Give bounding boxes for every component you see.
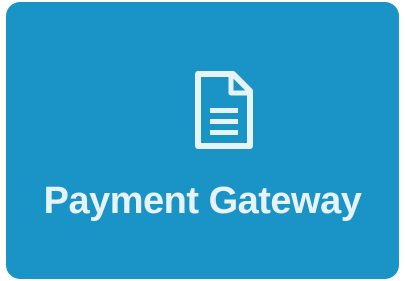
tile-label: Payment Gateway (43, 180, 362, 222)
document-icon (193, 70, 255, 150)
payment-gateway-tile[interactable]: Payment Gateway (6, 2, 399, 279)
